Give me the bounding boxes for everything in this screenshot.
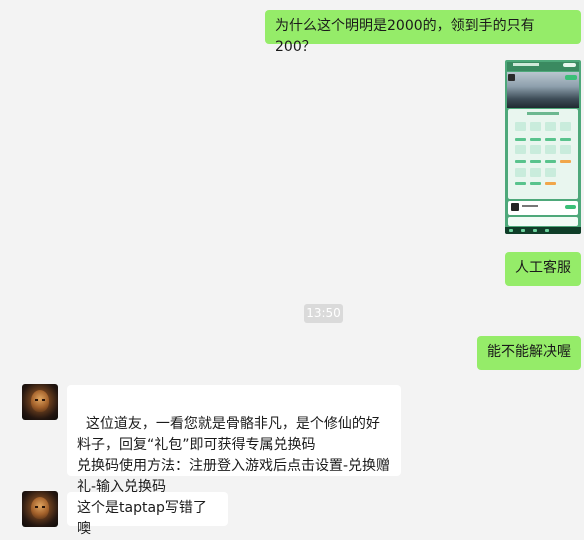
message-text: 能不能解决喔 <box>487 344 571 360</box>
contact-avatar[interactable] <box>22 491 58 527</box>
message-text: 这个是taptap写错了噢 <box>77 500 207 537</box>
timestamp: 13:50 <box>304 304 343 323</box>
incoming-message-bubble[interactable]: 这个是taptap写错了噢 <box>67 492 228 537</box>
game-icon <box>508 74 515 81</box>
outgoing-message-bubble[interactable]: 人工客服 <box>505 252 581 286</box>
outgoing-message-bubble[interactable]: 为什么这个明明是2000的，领到手的只有200？ <box>265 10 581 55</box>
screenshot-image-message[interactable] <box>505 60 581 234</box>
incoming-message-bubble[interactable]: 这位道友，一看您就是骨骼非凡，是个修仙的好料子，回复“礼包”即可获得专属兑换码 … <box>67 385 401 495</box>
message-text: 人工客服 <box>515 260 571 276</box>
message-text: 这位道友，一看您就是骨骼非凡，是个修仙的好料子，回复“礼包”即可获得专属兑换码 … <box>77 416 391 495</box>
outgoing-message-bubble[interactable]: 能不能解决喔 <box>477 336 581 370</box>
message-text: 为什么这个明明是2000的，领到手的只有200？ <box>275 18 535 55</box>
contact-avatar[interactable] <box>22 384 58 420</box>
